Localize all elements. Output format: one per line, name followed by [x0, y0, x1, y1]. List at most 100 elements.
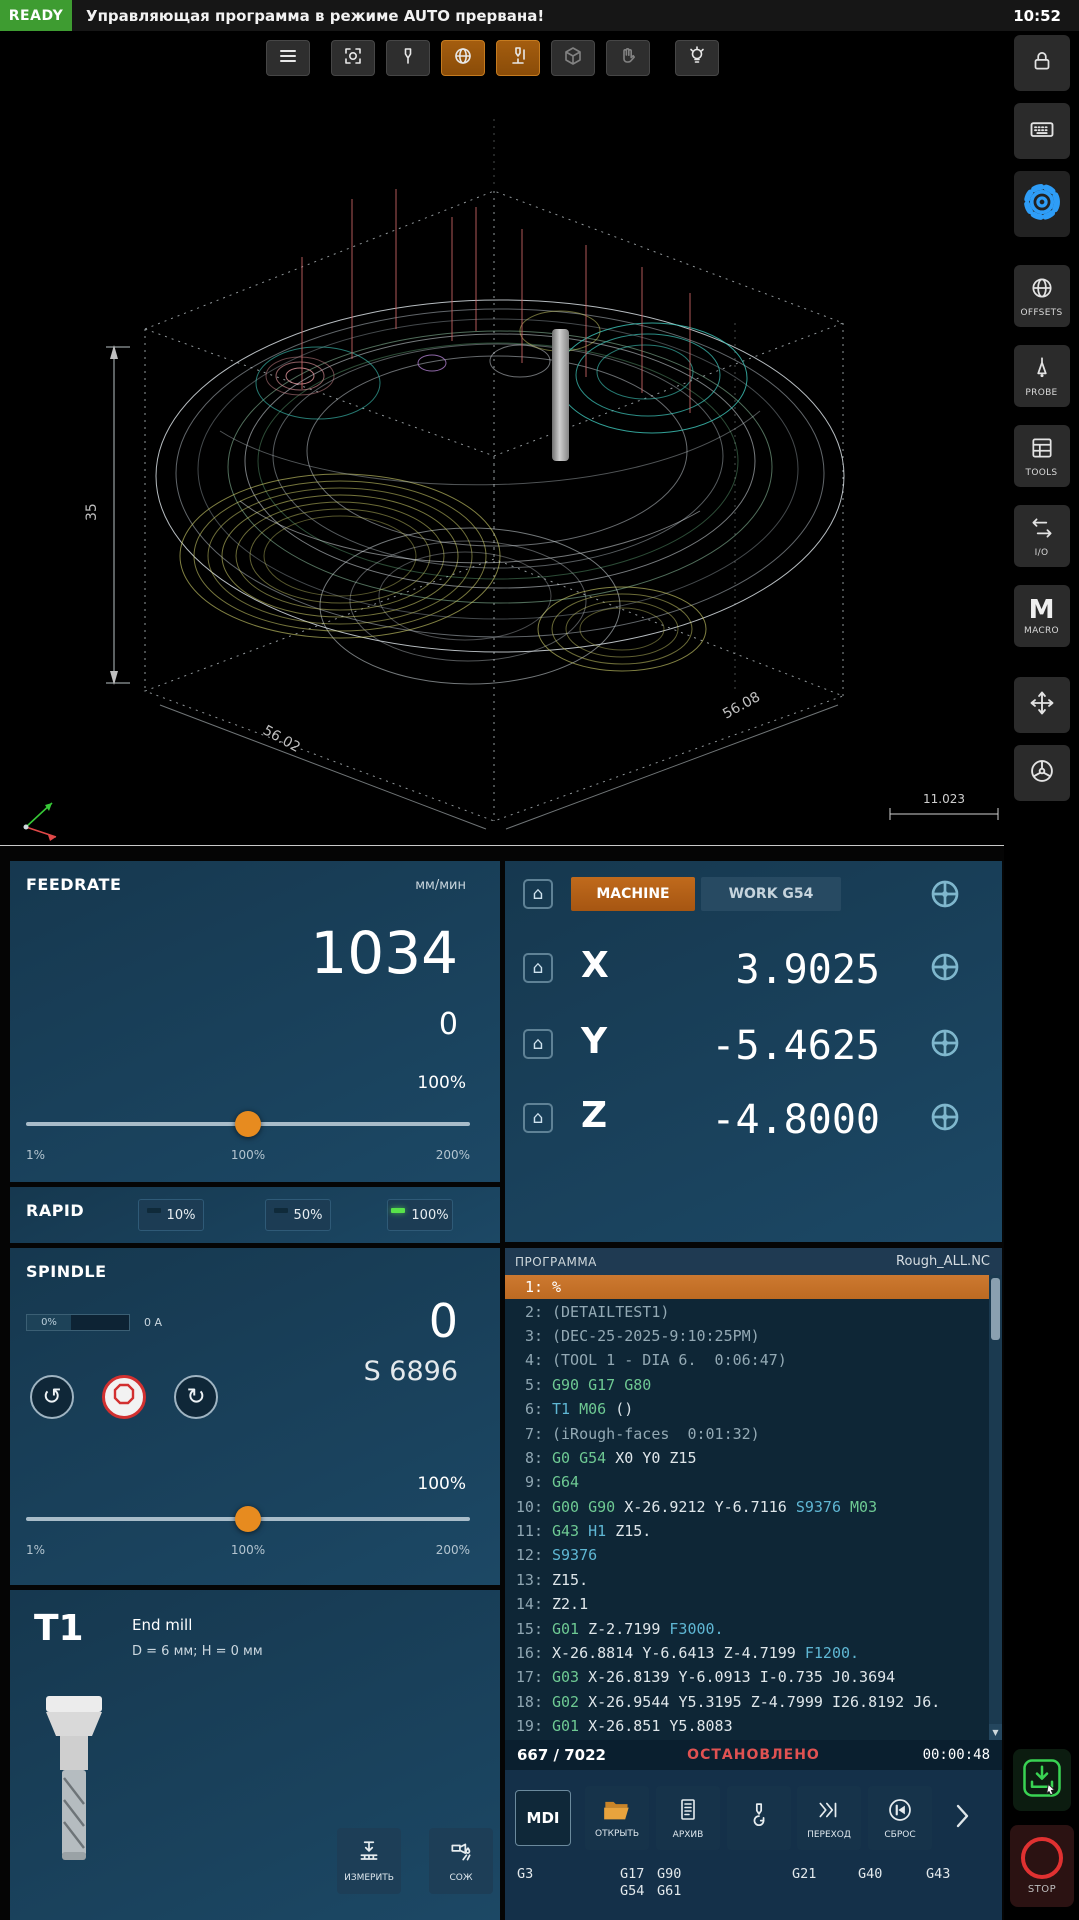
gcode-line[interactable]: 6: T1 M06 (): [505, 1397, 989, 1421]
goto-z-button[interactable]: [929, 1101, 961, 1133]
home-z-button[interactable]: ⌂: [523, 1103, 553, 1133]
more-button[interactable]: [941, 1790, 983, 1846]
rapid-10-button[interactable]: 10%: [138, 1199, 204, 1231]
archive-button[interactable]: АРХИВ: [656, 1786, 720, 1850]
solid-view-button[interactable]: [551, 40, 595, 76]
gcode-line[interactable]: 14: Z2.1: [505, 1592, 989, 1616]
gcode-line[interactable]: 18: G02 X-26.9544 Y5.3195 Z-4.7999 I26.81…: [505, 1690, 989, 1714]
slider-knob[interactable]: [235, 1111, 261, 1137]
handwheel-icon: [1028, 757, 1056, 789]
gcode-line[interactable]: 4: (TOOL 1 - DIA 6. 0:06:47): [505, 1348, 989, 1372]
light-button[interactable]: [675, 40, 719, 76]
scale-bar: 11.023: [889, 792, 999, 820]
tool-load-icon: [1022, 1758, 1062, 1802]
goto-all-button[interactable]: [929, 878, 961, 910]
tool-measure-button[interactable]: ИЗМЕРИТЬ: [337, 1828, 401, 1894]
tool-load-button[interactable]: [1013, 1749, 1071, 1811]
stop-button[interactable]: STOP: [1010, 1825, 1074, 1907]
gcode-line[interactable]: 3: (DEC-25-2025-9:10:25PM): [505, 1324, 989, 1348]
pan-button[interactable]: [606, 40, 650, 76]
lock-button[interactable]: [1013, 35, 1070, 91]
gcode-line[interactable]: 5: G90 G17 G80: [505, 1373, 989, 1397]
show-tool-button[interactable]: [386, 40, 430, 76]
jog-button[interactable]: [1013, 677, 1070, 733]
scrollbar-thumb[interactable]: [991, 1278, 1000, 1340]
home-all-button[interactable]: ⌂: [523, 879, 553, 909]
tool-measure-label: ИЗМЕРИТЬ: [344, 1873, 394, 1883]
toolpath-viewport[interactable]: 35 56.02 56.08 11.023: [0, 31, 1004, 846]
menu-button[interactable]: [266, 40, 310, 76]
feedrate-override-slider[interactable]: [26, 1111, 470, 1137]
jog-arrows-icon: [1028, 689, 1056, 721]
open-program-button[interactable]: ОТКРЫТЬ: [585, 1786, 649, 1850]
goto-x-button[interactable]: [929, 951, 961, 983]
open-label: ОТКРЫТЬ: [594, 1828, 639, 1839]
spindle-override-value: 100%: [417, 1474, 466, 1494]
modal-gcode-bar: G3 G17 G54 G90 G61 G21 G40 G43: [505, 1864, 1002, 1914]
rapid-50-button[interactable]: 50%: [265, 1199, 331, 1231]
gcode-line[interactable]: 1:%: [505, 1275, 989, 1300]
mdi-button[interactable]: MDI: [515, 1790, 571, 1846]
goto-label: ПЕРЕХОД: [807, 1829, 851, 1840]
gcode-line[interactable]: 16: X-26.8814 Y-6.6413 Z-4.7199 F1200.: [505, 1641, 989, 1665]
gcode-scrollbar[interactable]: ▼: [989, 1275, 1002, 1740]
gcode-line[interactable]: 8: G0 G54 X0 Y0 Z15: [505, 1446, 989, 1470]
scrollbar-down-arrow[interactable]: ▼: [989, 1724, 1002, 1740]
coolant-button[interactable]: СОЖ: [429, 1828, 493, 1894]
spindle-stop-button[interactable]: [102, 1375, 146, 1419]
slider-knob[interactable]: [235, 1506, 261, 1532]
rotate-cw-icon: ↻: [186, 1384, 206, 1410]
tool-image: [46, 1696, 102, 1860]
gcode-line[interactable]: 15: G01 Z-2.7199 F3000.: [505, 1616, 989, 1640]
feedrate-actual-value: 1034: [310, 919, 458, 987]
tool-number: T1: [34, 1608, 84, 1649]
goto-line-button[interactable]: ПЕРЕХОД: [797, 1786, 861, 1850]
modal-gcode: G43: [926, 1866, 951, 1882]
spindle-override-slider[interactable]: [26, 1506, 470, 1532]
goto-y-button[interactable]: [929, 1027, 961, 1059]
fit-view-button[interactable]: [331, 40, 375, 76]
axis-value: 3.9025: [735, 947, 881, 993]
settings-button[interactable]: [1013, 171, 1070, 237]
sidebar-item-io[interactable]: I/O: [1013, 505, 1070, 567]
gcode-line[interactable]: 19: G01 X-26.851 Y5.8083: [505, 1714, 989, 1738]
coordinate-tabs: ⌂ MACHINE WORK G54: [505, 877, 1002, 913]
pan-hand-icon: [618, 46, 638, 70]
axis-value: -5.4625: [711, 1023, 880, 1069]
cube-icon: [563, 46, 583, 70]
reset-button[interactable]: СБРОС: [868, 1786, 932, 1850]
gcode-line[interactable]: 9: G64: [505, 1470, 989, 1494]
sidebar-item-probe[interactable]: PROBE: [1013, 345, 1070, 407]
tab-work-g54[interactable]: WORK G54: [701, 877, 841, 911]
sidebar-item-offsets[interactable]: OFFSETS: [1013, 265, 1070, 327]
modal-gcode: G90 G61: [657, 1866, 682, 1899]
workpiece-view-button[interactable]: [441, 40, 485, 76]
rapid-button-label: 50%: [293, 1207, 323, 1223]
gcode-line[interactable]: 7: (iRough-faces 0:01:32): [505, 1421, 989, 1445]
gcode-line[interactable]: 13: Z15.: [505, 1568, 989, 1592]
tab-machine[interactable]: MACHINE: [571, 877, 695, 911]
handwheel-button[interactable]: [1013, 745, 1070, 801]
clock: 10:52: [1013, 6, 1061, 25]
rapid-100-button[interactable]: 100%: [387, 1199, 453, 1231]
home-y-button[interactable]: ⌂: [523, 1029, 553, 1059]
tool-change-button[interactable]: [727, 1786, 791, 1850]
keyboard-button[interactable]: [1013, 103, 1070, 159]
axis-row-z: ⌂ Z -4.8000: [505, 1087, 1002, 1151]
spindle-programmed-value: S 6896: [363, 1356, 458, 1387]
sidebar-item-macro[interactable]: M MACRO: [1013, 585, 1070, 647]
scale-mid: 100%: [230, 1148, 266, 1162]
axis-value: -4.8000: [711, 1097, 880, 1143]
sidebar-item-tools[interactable]: TOOLS: [1013, 425, 1070, 487]
spindle-ccw-button[interactable]: ↺: [30, 1375, 74, 1419]
stop-ring-icon: [1021, 1837, 1063, 1879]
gcode-line[interactable]: 2: (DETAILTEST1): [505, 1299, 989, 1323]
spindle-cw-button[interactable]: ↻: [174, 1375, 218, 1419]
probe-icon: [1029, 355, 1055, 385]
home-x-button[interactable]: ⌂: [523, 953, 553, 983]
gcode-line[interactable]: 11: G43 H1 Z15.: [505, 1519, 989, 1543]
gcode-line[interactable]: 10: G00 G90 X-26.9212 Y-6.7116 S9376 M03: [505, 1495, 989, 1519]
gcode-line[interactable]: 17: G03 X-26.8139 Y-6.0913 I-0.735 J0.369…: [505, 1665, 989, 1689]
tool-measure-button[interactable]: [496, 40, 540, 76]
gcode-line[interactable]: 12: S9376: [505, 1543, 989, 1567]
